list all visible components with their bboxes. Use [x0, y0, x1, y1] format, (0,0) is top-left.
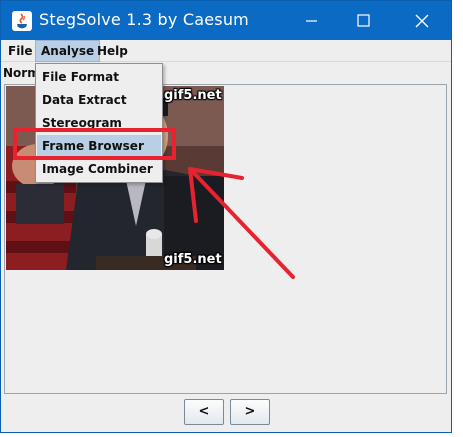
watermark-bottom: gif5.net: [164, 252, 222, 267]
menu-item-frame-browser[interactable]: Frame Browser: [37, 135, 161, 157]
minimize-icon: [306, 20, 317, 22]
close-button[interactable]: [398, 1, 444, 40]
window-title: StegSolve 1.3 by Caesum: [39, 10, 249, 29]
menu-analyse[interactable]: Analyse: [35, 40, 101, 62]
analyse-menu-dropdown: File Format Data Extract Stereogram Solv…: [35, 63, 163, 183]
watermark-top: gif5.net: [164, 88, 222, 103]
menu-bar: File Analyse Help: [1, 40, 451, 62]
menu-item-data-extract[interactable]: Data Extract: [37, 89, 161, 111]
close-icon: [415, 14, 429, 28]
menu-item-file-format[interactable]: File Format: [37, 66, 161, 88]
previous-button[interactable]: <: [184, 399, 224, 425]
menu-item-image-combiner[interactable]: Image Combiner: [37, 158, 161, 180]
minimize-button[interactable]: [288, 1, 334, 40]
maximize-button[interactable]: [340, 1, 386, 40]
menu-help[interactable]: Help: [92, 41, 133, 61]
java-app-icon: [12, 11, 32, 31]
menu-file[interactable]: File: [3, 41, 38, 61]
menu-item-stereogram-solver[interactable]: Stereogram Solver: [37, 112, 161, 152]
maximize-icon: [357, 14, 370, 27]
app-window: StegSolve 1.3 by Caesum File Analyse Hel…: [0, 0, 452, 433]
next-button[interactable]: >: [230, 399, 270, 425]
title-bar[interactable]: StegSolve 1.3 by Caesum: [1, 1, 451, 40]
